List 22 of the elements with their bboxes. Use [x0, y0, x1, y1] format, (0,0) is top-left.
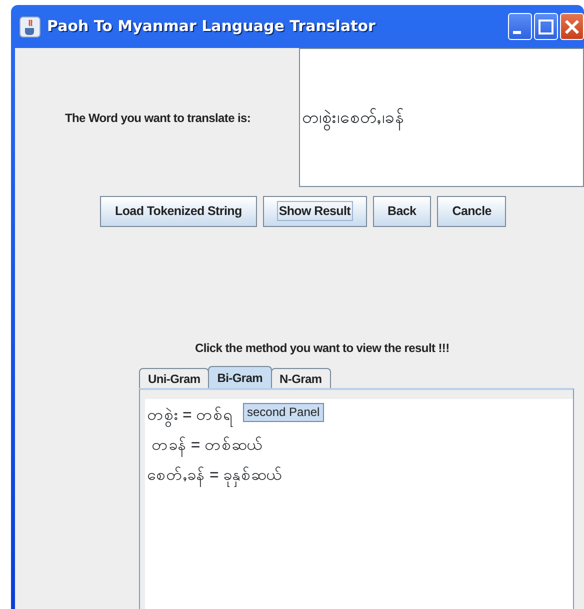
input-text-area[interactable]: တ၊စွဲး၊စေတ်ႇ၊ခန်: [299, 48, 584, 187]
minimize-button[interactable]: [508, 13, 532, 40]
maximize-icon: [538, 18, 554, 34]
result-line: စေတ်ႇခန် = ခုနှစ်ဆယ်: [147, 461, 282, 491]
tab[interactable]: Bi-Gram: [208, 366, 272, 388]
tab[interactable]: N-Gram: [270, 368, 331, 388]
tooltip: second Panel: [243, 403, 324, 422]
close-button[interactable]: [560, 13, 584, 40]
action-button[interactable]: Show Result: [262, 196, 367, 227]
action-button[interactable]: Cancle: [437, 196, 506, 227]
coffee-cup-icon: [19, 16, 41, 38]
action-button[interactable]: Load Tokenized String: [100, 196, 257, 227]
prompt-label: The Word you want to translate is:: [64, 110, 252, 126]
minimize-icon: [513, 31, 521, 34]
result-line: တခန် = တစ်ဆယ်: [147, 431, 263, 461]
close-icon: [564, 18, 580, 34]
tab[interactable]: Uni-Gram: [139, 368, 210, 388]
action-button[interactable]: Back: [372, 196, 432, 227]
result-line: တစွဲး = တစ်ရ: [147, 401, 234, 431]
method-label: Click the method you want to view the result !!!: [195, 340, 450, 357]
window-title: Paoh To Myanmar Language Translator: [47, 16, 376, 38]
maximize-button[interactable]: [534, 13, 558, 40]
